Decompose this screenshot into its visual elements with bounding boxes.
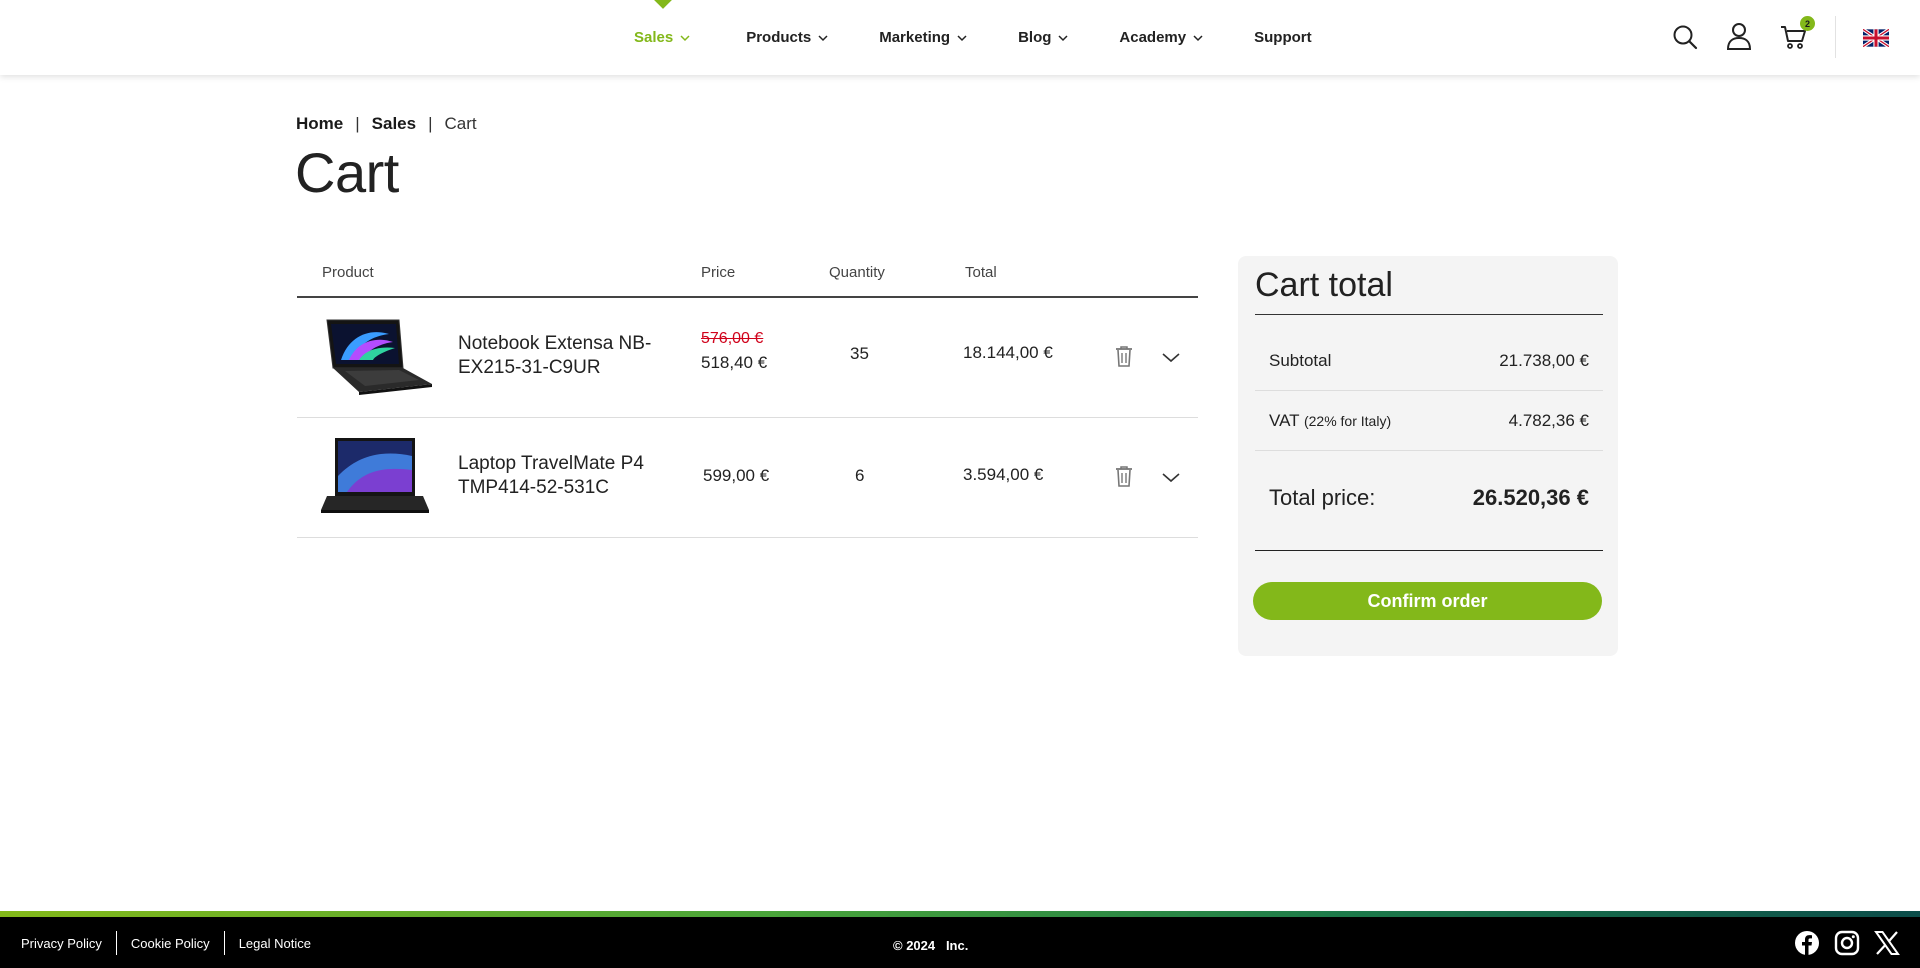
nav-item-support[interactable]: Support (1254, 0, 1312, 75)
nav-item-label: Marketing (879, 29, 951, 46)
footer-separator (223, 931, 225, 955)
nav-item-label: Blog (1018, 29, 1052, 46)
chevron-down-icon (1193, 34, 1203, 41)
breadcrumb-separator: | (355, 114, 360, 133)
total-price-value: 26.520,36 € (1472, 485, 1589, 510)
active-nav-marker (652, 0, 673, 9)
total-price-label: Total price: (1269, 485, 1376, 510)
product-image-notebook[interactable] (319, 316, 434, 396)
cart-icon[interactable]: 2 (1780, 16, 1815, 51)
line-total: 3.594,00 € (963, 465, 1044, 484)
chevron-down-icon (680, 34, 690, 41)
chevron-down-icon[interactable] (1161, 350, 1181, 364)
total-price-row: Total price: 26.520,36 € (1255, 451, 1603, 551)
product-name[interactable]: Notebook Extensa NB-EX215-31-C9UR (458, 332, 668, 380)
header-divider (1835, 16, 1836, 58)
vat-label: VAT (22% for Italy) (1269, 411, 1391, 431)
cart-total-title: Cart total (1255, 266, 1393, 304)
nav-item-label: Academy (1119, 29, 1187, 46)
column-header-product: Product (322, 264, 374, 281)
product-image-laptop[interactable] (319, 436, 434, 516)
chevron-down-icon (1058, 34, 1068, 41)
column-header-total: Total (965, 264, 997, 281)
search-icon[interactable] (1671, 23, 1699, 51)
original-price: 576,00 € (701, 330, 764, 347)
column-header-quantity: Quantity (829, 264, 885, 281)
instagram-icon[interactable] (1834, 930, 1860, 956)
cookie-policy-link[interactable]: Cookie Policy (131, 936, 210, 951)
copyright-text: © 2024 Inc. (893, 938, 969, 953)
facebook-icon[interactable] (1794, 930, 1820, 956)
quantity-value[interactable]: 6 (855, 466, 864, 486)
chevron-down-icon (957, 34, 967, 41)
main-nav: Sales Products Marketing Blog Academy Su… (634, 0, 1360, 75)
page-title: Cart (295, 141, 399, 204)
table-row: Laptop TravelMate P4 TMP414-52-531C 599,… (297, 418, 1198, 538)
vat-value: 4.782,36 € (1508, 411, 1589, 430)
table-row: Notebook Extensa NB-EX215-31-C9UR 576,00… (297, 298, 1198, 418)
breadcrumb-separator: | (428, 114, 433, 133)
site-footer: Privacy Policy Cookie Policy Legal Notic… (0, 917, 1920, 968)
unit-price: 599,00 € (703, 466, 770, 485)
nav-item-blog[interactable]: Blog (1018, 0, 1069, 75)
subtotal-row: Subtotal 21.738,00 € (1255, 331, 1603, 391)
confirm-order-button[interactable]: Confirm order (1253, 582, 1602, 620)
column-header-price: Price (701, 264, 736, 281)
subtotal-value: 21.738,00 € (1499, 351, 1589, 370)
divider (1255, 314, 1603, 315)
quantity-value[interactable]: 35 (850, 344, 869, 364)
trash-icon[interactable] (1114, 465, 1134, 487)
uk-flag-icon[interactable] (1862, 24, 1890, 52)
breadcrumb-sales-link[interactable]: Sales (372, 114, 416, 134)
vat-label-text: VAT (1269, 411, 1300, 430)
nav-item-label: Sales (634, 29, 674, 46)
vat-row: VAT (22% for Italy) 4.782,36 € (1255, 391, 1603, 451)
breadcrumb-home-link[interactable]: Home (296, 114, 343, 134)
cart-count-badge: 2 (1800, 16, 1815, 31)
nav-item-label: Products (746, 29, 812, 46)
footer-separator (115, 931, 117, 955)
chevron-down-icon (818, 34, 828, 41)
chevron-down-icon[interactable] (1161, 470, 1181, 484)
cart-table: Product Price Quantity Total Notebook Ex… (297, 254, 1198, 538)
nav-item-label: Support (1254, 29, 1312, 46)
cart-total-panel: Cart total Subtotal 21.738,00 € VAT (22%… (1238, 256, 1618, 656)
vat-note: (22% for Italy) (1303, 413, 1392, 429)
subtotal-label: Subtotal (1269, 351, 1332, 370)
table-header: Product Price Quantity Total (297, 254, 1198, 298)
user-account-icon[interactable] (1725, 22, 1753, 50)
nav-item-academy[interactable]: Academy (1119, 0, 1204, 75)
social-links (1780, 930, 1900, 956)
site-header: Sales Products Marketing Blog Academy Su… (0, 0, 1920, 75)
nav-item-sales[interactable]: Sales (634, 0, 691, 75)
nav-item-products[interactable]: Products (746, 0, 829, 75)
nav-item-marketing[interactable]: Marketing (879, 0, 968, 75)
x-twitter-icon[interactable] (1874, 930, 1900, 956)
breadcrumb-current: Cart (444, 114, 477, 133)
legal-notice-link[interactable]: Legal Notice (239, 936, 311, 951)
footer-links: Privacy Policy Cookie Policy Legal Notic… (21, 931, 311, 955)
product-name[interactable]: Laptop TravelMate P4 TMP414-52-531C (458, 452, 668, 500)
discounted-price: 518,40 € (701, 353, 768, 372)
breadcrumb: Home | Sales | Cart (296, 114, 477, 134)
privacy-policy-link[interactable]: Privacy Policy (21, 936, 102, 951)
line-total: 18.144,00 € (963, 343, 1053, 362)
trash-icon[interactable] (1114, 345, 1134, 367)
